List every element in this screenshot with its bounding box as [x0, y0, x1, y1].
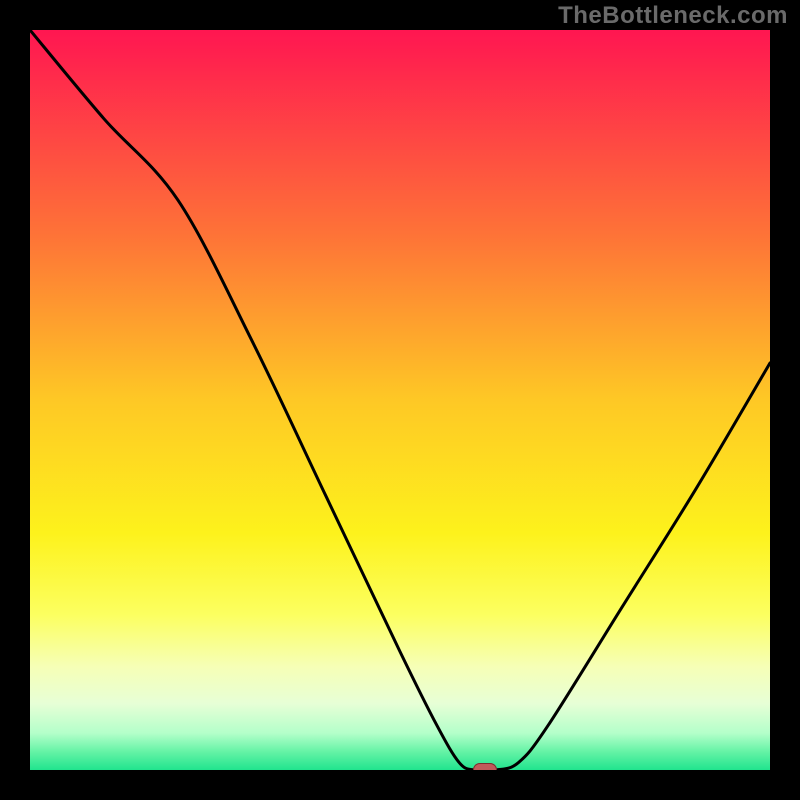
plot-area — [30, 30, 770, 770]
watermark-text: TheBottleneck.com — [558, 2, 788, 30]
optimal-point-marker — [473, 763, 497, 770]
chart-frame: TheBottleneck.com — [0, 0, 800, 800]
bottleneck-curve — [30, 30, 770, 770]
